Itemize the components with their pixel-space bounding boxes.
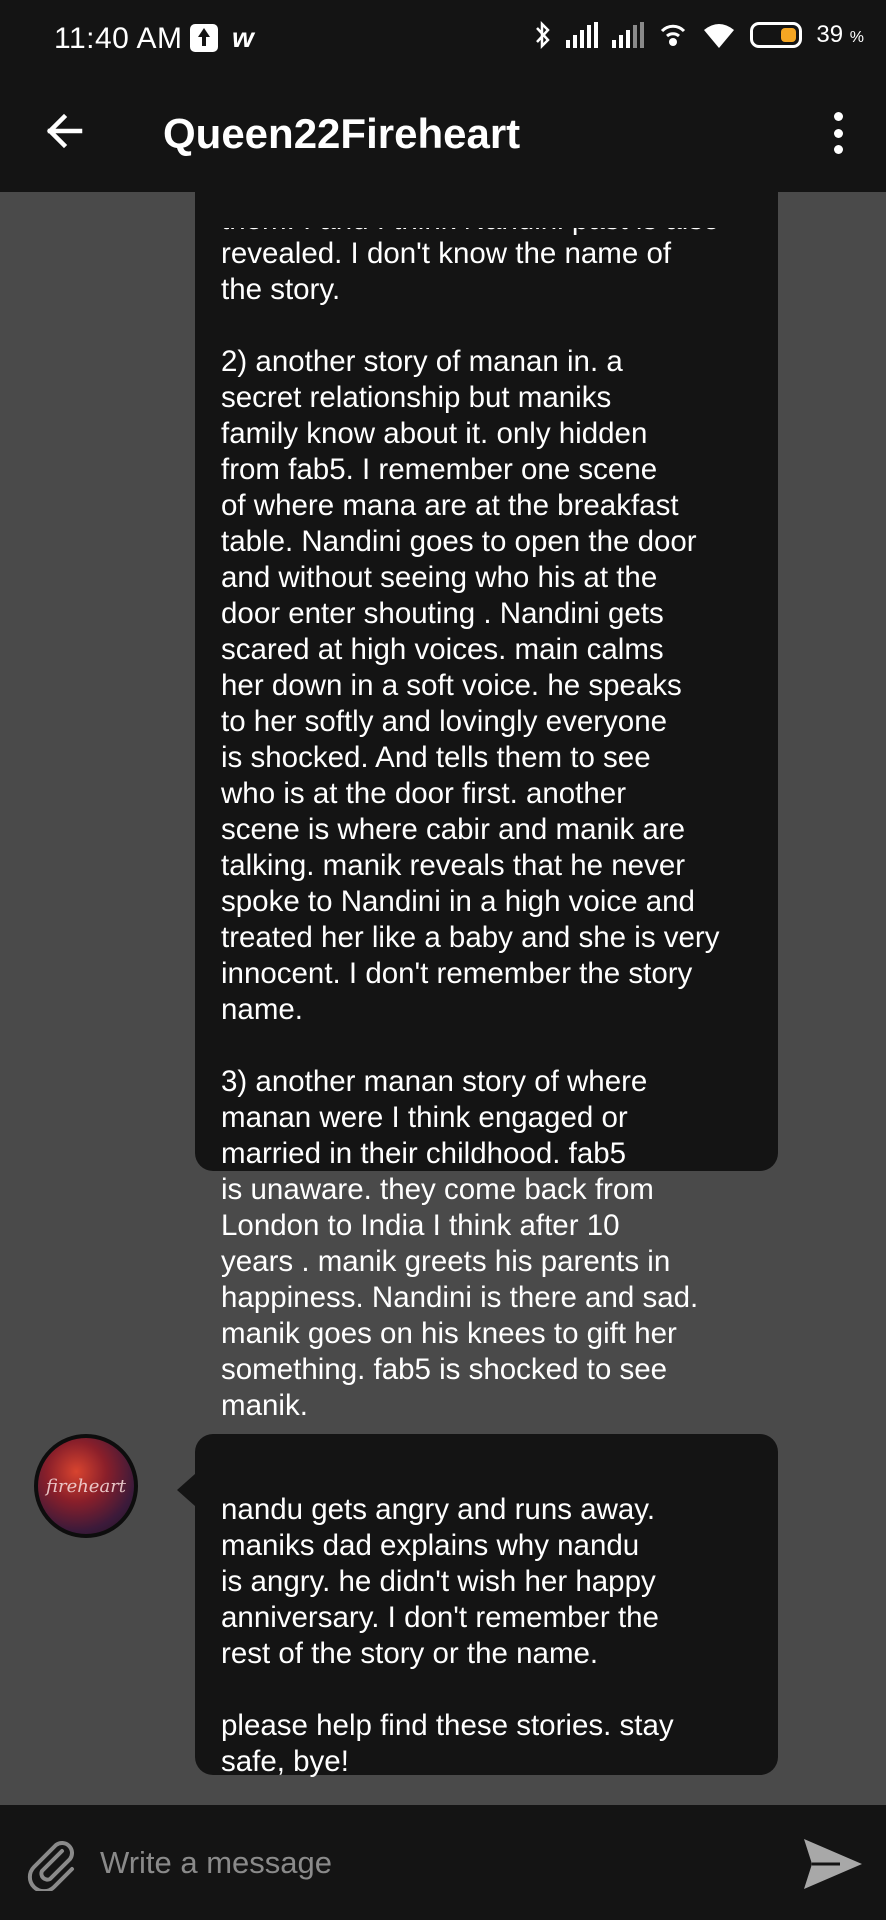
battery-percent: 39 %	[816, 21, 864, 48]
avatar[interactable]: fireheart	[34, 1434, 138, 1538]
bluetooth-icon	[536, 21, 551, 49]
battery-level	[780, 28, 797, 42]
arrow-left-icon	[46, 113, 83, 149]
conversation-title[interactable]: Queen22Fireheart	[163, 106, 520, 162]
status-system-icons: 39 %	[534, 20, 864, 50]
battery-icon	[750, 22, 803, 48]
back-button[interactable]	[40, 106, 90, 156]
message-input[interactable]	[100, 1833, 760, 1893]
avatar-logo-text: fireheart	[45, 1476, 127, 1497]
send-icon	[804, 1839, 862, 1889]
message-bubble: them. I and I think Nandini past is also…	[195, 192, 778, 1422]
wifi-icon	[704, 24, 735, 48]
status-time: 11:40 AM	[54, 22, 183, 55]
status-notification-icons: w	[190, 24, 254, 52]
send-button[interactable]	[800, 1835, 864, 1893]
signal-icon	[566, 22, 599, 48]
signal-icon	[612, 22, 645, 48]
message-composer	[0, 1805, 886, 1920]
message-bubble: nandu gets angry and runs away. maniks d…	[177, 1434, 778, 1778]
app-bar: Queen22Fireheart	[0, 78, 886, 192]
paperclip-icon	[27, 1841, 74, 1894]
more-vertical-icon	[833, 112, 843, 121]
message-text: nandu gets angry and runs away. maniks d…	[221, 1493, 674, 1778]
message-clipped-line: them. I and I think Nandini past is also	[221, 228, 752, 236]
hotspot-icon	[661, 24, 686, 46]
message-text: revealed. I don't know the name of the s…	[221, 237, 720, 1422]
attach-button[interactable]	[22, 1833, 80, 1894]
more-options-button[interactable]	[826, 108, 850, 158]
w-app-icon: w	[232, 22, 254, 53]
status-bar: 11:40 AM w 39 %	[0, 0, 886, 78]
message-list[interactable]: them. I and I think Nandini past is also…	[0, 192, 886, 1805]
upload-icon	[190, 24, 218, 52]
